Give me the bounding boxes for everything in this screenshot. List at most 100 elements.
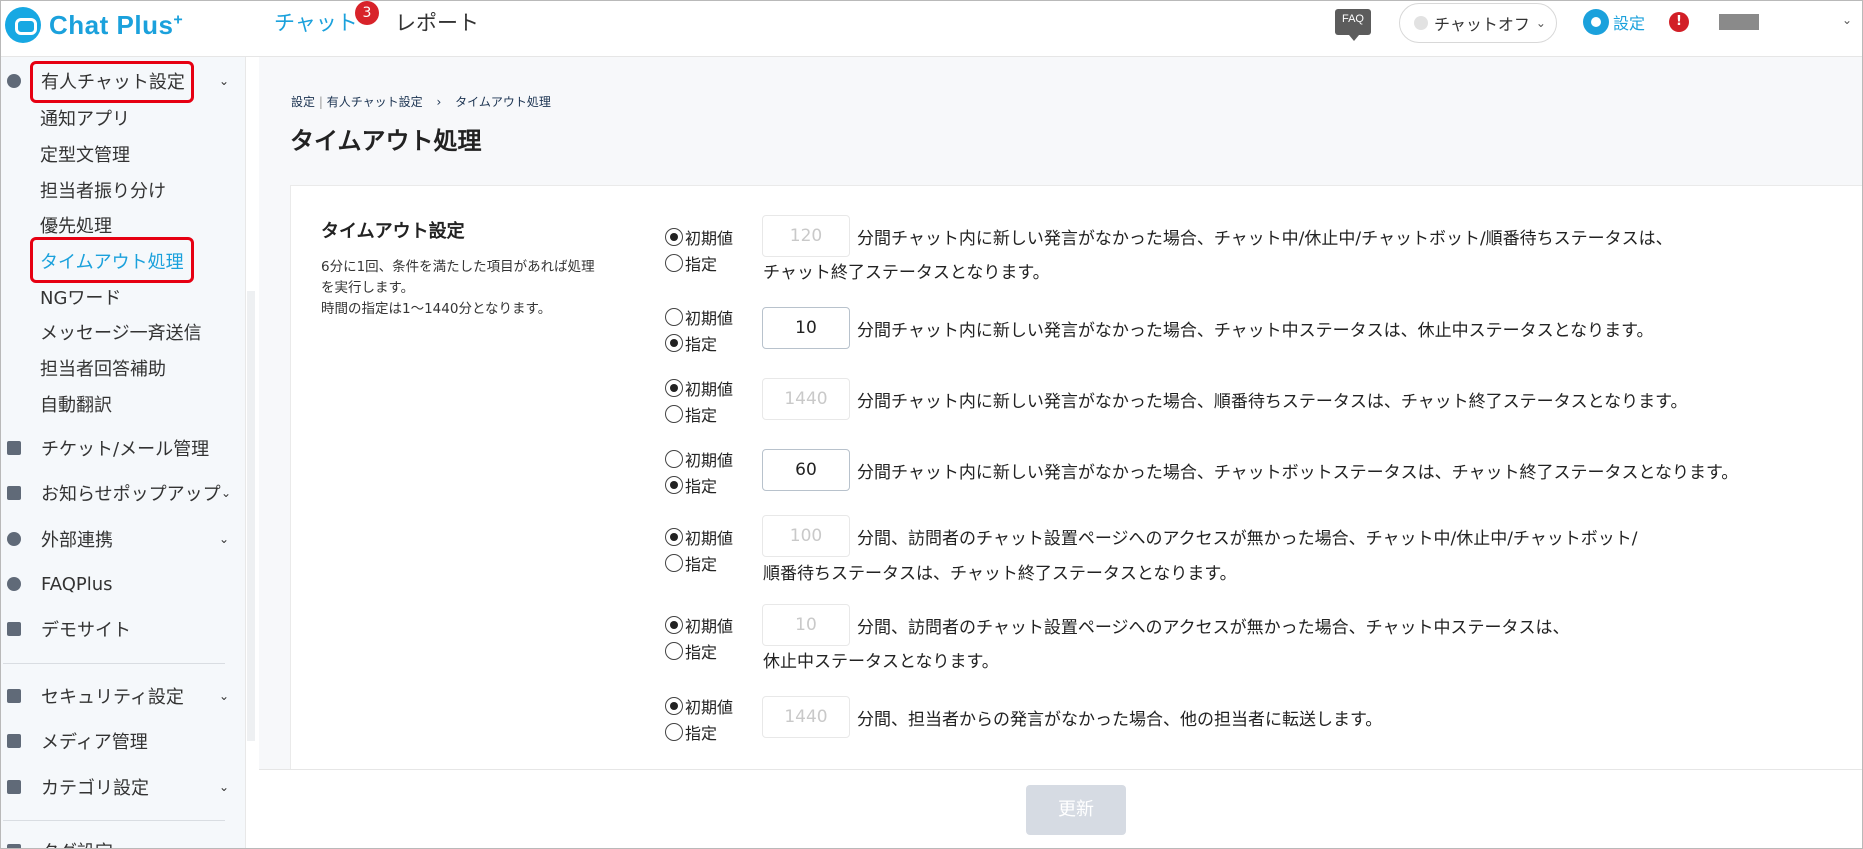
- sidebar-sub-ng-words[interactable]: NGワード: [40, 284, 121, 310]
- breadcrumb-settings[interactable]: 設定: [291, 95, 315, 109]
- rule-2-text: 分間チャット内に新しい発言がなかった場合、チャット中ステータスは、休止中ステータ…: [857, 321, 1654, 341]
- operator-icon: [7, 74, 21, 88]
- sidebar-divider: [3, 663, 225, 664]
- rule-7-radio-default[interactable]: 初期値: [665, 694, 733, 718]
- sidebar-item-label: タグ設定: [41, 838, 113, 848]
- rule-3-radio-default[interactable]: 初期値: [665, 376, 733, 400]
- sidebar-item-tags[interactable]: タグ設定: [1, 831, 246, 848]
- chevron-down-icon: ⌄: [219, 780, 230, 794]
- share-icon: [7, 532, 21, 546]
- faq-plus-icon: [7, 577, 21, 591]
- sidebar-item-label: カテゴリ設定: [41, 778, 149, 799]
- rule-1-minutes-input[interactable]: 120: [762, 215, 850, 257]
- sidebar-item-ticket-mail[interactable]: チケット/メール管理: [1, 428, 246, 468]
- breadcrumb: 設定 | 有人チャット設定 › タイムアウト処理: [291, 93, 551, 110]
- rule-1-radio-custom[interactable]: 指定: [665, 251, 717, 275]
- ticket-icon: [7, 441, 21, 455]
- rule-7-minutes-input[interactable]: 1440: [762, 696, 850, 738]
- sidebar-sub-broadcast[interactable]: メッセージ一斉送信: [40, 319, 202, 345]
- radio-empty-icon: [665, 405, 683, 423]
- sidebar-item-label: FAQPlus: [41, 573, 113, 595]
- sidebar-sub-reply-assist[interactable]: 担当者回答補助: [40, 355, 166, 381]
- rule-5-minutes-input[interactable]: 100: [762, 515, 850, 557]
- sidebar-sub-priority[interactable]: 優先処理: [40, 212, 112, 238]
- security-icon: [7, 689, 21, 703]
- sidebar-item-integration[interactable]: 外部連携 ⌄: [1, 519, 246, 559]
- rule-6-radio-default[interactable]: 初期値: [665, 613, 733, 637]
- rule-5-radio-custom[interactable]: 指定: [665, 551, 717, 575]
- sidebar-item-faqplus[interactable]: FAQPlus: [1, 564, 246, 604]
- rule-7-radio-custom[interactable]: 指定: [665, 720, 717, 744]
- radio-empty-icon: [665, 723, 683, 741]
- rule-2-minutes-input[interactable]: 10: [762, 307, 850, 349]
- sidebar-item-category[interactable]: カテゴリ設定 ⌄: [1, 767, 246, 807]
- radio-empty-icon: [665, 450, 683, 468]
- rule-6-radio-custom[interactable]: 指定: [665, 639, 717, 663]
- sidebar-sub-notification-app[interactable]: 通知アプリ: [40, 105, 130, 131]
- chat-status-value: チャットオフ: [1434, 15, 1530, 34]
- settings-link[interactable]: 設定: [1583, 9, 1645, 35]
- demo-site-icon: [7, 622, 21, 636]
- app-window: Chat Plus+ チャット 3 レポート FAQ チャットオフ ⌄ 設定 !…: [0, 0, 1863, 849]
- chevron-down-icon: ⌄: [219, 689, 230, 703]
- sidebar-item-media[interactable]: メディア管理: [1, 721, 246, 761]
- rule-4-radio-default[interactable]: 初期値: [665, 447, 733, 471]
- rule-5-radio-default[interactable]: 初期値: [665, 525, 733, 549]
- rule-6-minutes-input[interactable]: 10: [762, 604, 850, 646]
- alert-icon[interactable]: !: [1669, 12, 1689, 32]
- sidebar-item-label: お知らせポップアップ: [41, 484, 221, 505]
- breadcrumb-manned-chat[interactable]: 有人チャット設定: [327, 95, 423, 109]
- sidebar-item-label: チケット/メール管理: [41, 439, 210, 460]
- rule-4-radio-custom[interactable]: 指定: [665, 473, 717, 497]
- media-icon: [7, 734, 21, 748]
- folder-icon: [7, 780, 21, 794]
- sidebar-sub-templates[interactable]: 定型文管理: [40, 141, 130, 167]
- faq-icon[interactable]: FAQ: [1335, 9, 1371, 41]
- logo-text: Chat Plus+: [49, 9, 184, 40]
- sidebar-item-label: 外部連携: [41, 530, 113, 551]
- rule-6-text: 分間、訪問者のチャット設置ページへのアクセスが無かった場合、チャット中ステータス…: [857, 618, 1570, 638]
- rule-1-text-cont: チャット終了ステータスとなります。: [763, 263, 1050, 283]
- update-button[interactable]: 更新: [1026, 785, 1126, 835]
- sidebar-divider: [3, 820, 225, 821]
- tag-icon: [7, 844, 21, 848]
- user-menu-chevron-icon[interactable]: ⌄: [1842, 13, 1852, 27]
- sidebar-item-label: セキュリティ設定: [41, 687, 184, 708]
- rule-1-radio-default[interactable]: 初期値: [665, 225, 733, 249]
- rule-3-text: 分間チャット内に新しい発言がなかった場合、順番待ちステータスは、チャット終了ステ…: [857, 392, 1688, 412]
- sidebar-scrollbar[interactable]: [247, 291, 255, 741]
- rule-2-radio-default[interactable]: 初期値: [665, 305, 733, 329]
- sidebar-item-popup[interactable]: お知らせポップアップ ⌄: [1, 473, 246, 513]
- rule-5-text-cont: 順番待ちステータスは、チャット終了ステータスとなります。: [763, 564, 1237, 584]
- nav-report-link[interactable]: レポート: [395, 7, 479, 37]
- settings-label: 設定: [1613, 14, 1646, 33]
- section-description: 6分に1回、条件を満たした項目があれば処理 を実行します。 時間の指定は1～14…: [321, 259, 595, 317]
- sidebar-item-demo-site[interactable]: デモサイト: [1, 609, 246, 649]
- rule-3-radio-custom[interactable]: 指定: [665, 402, 717, 426]
- rule-4-minutes-input[interactable]: 60: [762, 449, 850, 491]
- status-dot-icon: [1414, 16, 1428, 30]
- sidebar-sub-auto-translate[interactable]: 自動翻訳: [40, 391, 112, 417]
- radio-selected-icon: [665, 528, 683, 546]
- highlight-box: [30, 61, 194, 103]
- rule-1-text: 分間チャット内に新しい発言がなかった場合、チャット中/休止中/チャットボット/順…: [857, 229, 1673, 249]
- radio-selected-icon: [665, 697, 683, 715]
- user-name-redacted[interactable]: [1719, 14, 1759, 30]
- highlight-box: [30, 237, 194, 283]
- chat-plus-logo[interactable]: Chat Plus+: [5, 5, 183, 45]
- chat-bubble-logo-icon: [5, 7, 41, 43]
- chat-count-badge: 3: [355, 1, 379, 25]
- rule-2-radio-custom[interactable]: 指定: [665, 331, 717, 355]
- breadcrumb-arrow-icon: ›: [436, 95, 442, 109]
- sidebar-sub-assignment[interactable]: 担当者振り分け: [40, 177, 166, 203]
- sidebar-item-security[interactable]: セキュリティ設定 ⌄: [1, 676, 246, 716]
- rule-3-minutes-input[interactable]: 1440: [762, 378, 850, 420]
- section-title: タイムアウト設定: [321, 221, 465, 242]
- nav-chat-link[interactable]: チャット: [274, 7, 358, 37]
- chevron-down-icon: ⌄: [219, 74, 230, 88]
- radio-selected-icon: [665, 228, 683, 246]
- chat-status-select[interactable]: チャットオフ ⌄: [1399, 3, 1557, 43]
- radio-empty-icon: [665, 554, 683, 572]
- radio-empty-icon: [665, 254, 683, 272]
- rule-4-text: 分間チャット内に新しい発言がなかった場合、チャットボットステータスは、チャット終…: [857, 463, 1739, 483]
